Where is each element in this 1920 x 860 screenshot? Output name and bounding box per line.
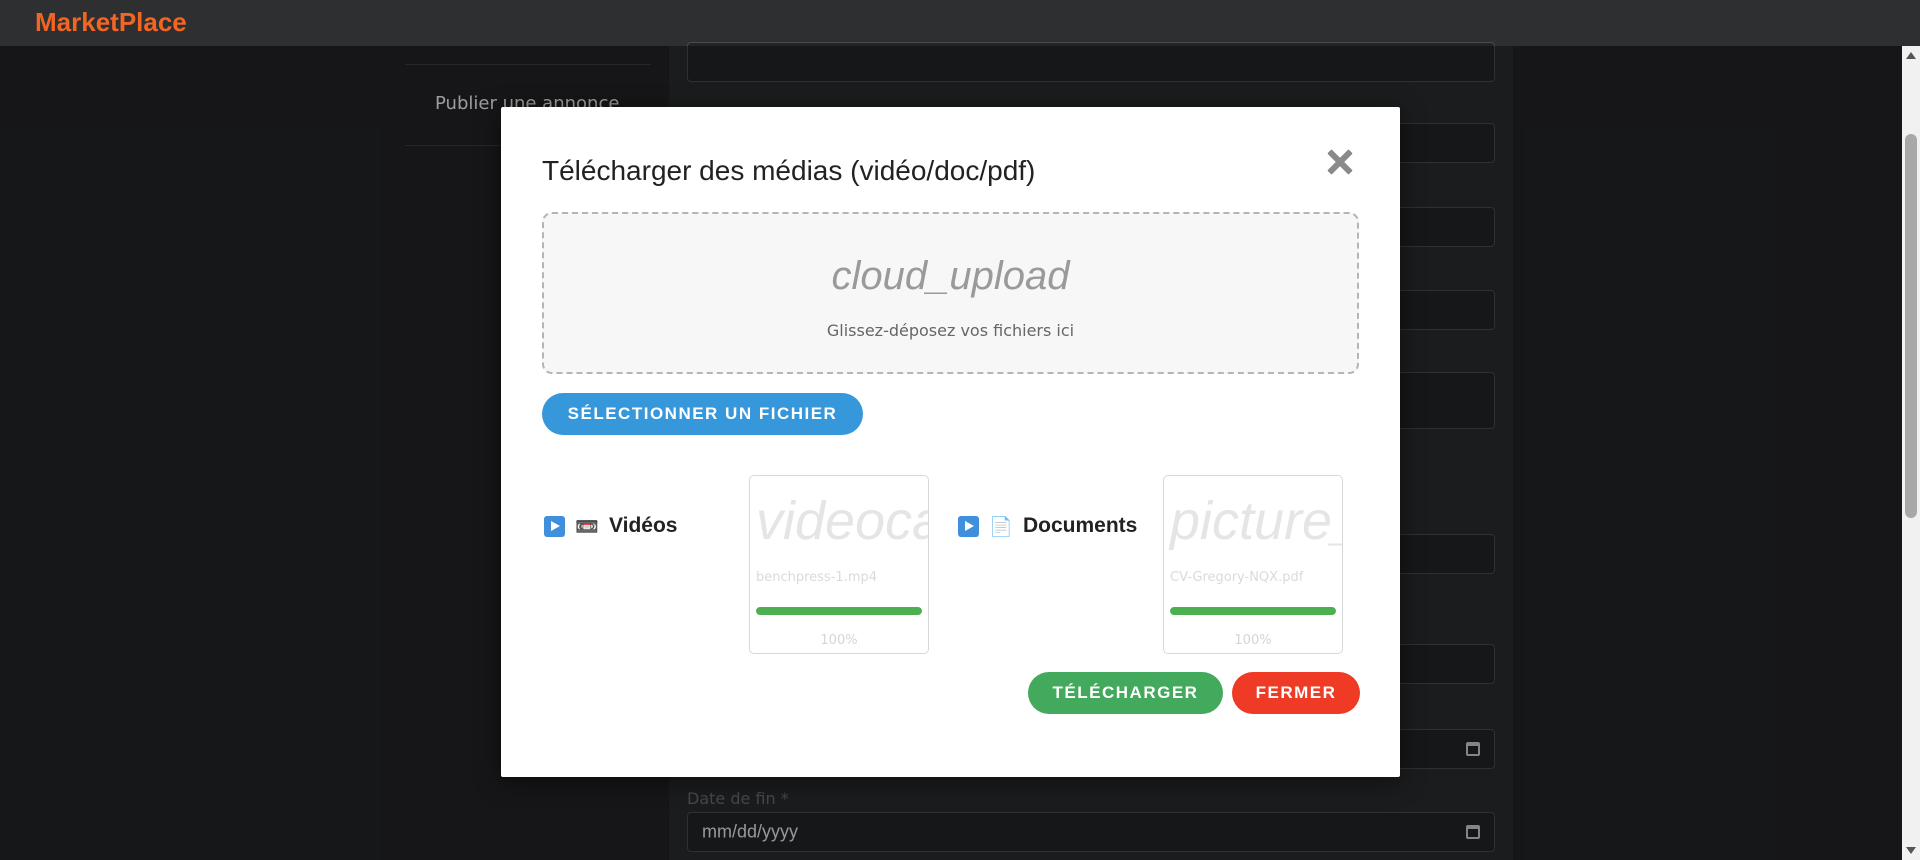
- videos-group-toggle[interactable]: 📼 Vidéos: [544, 514, 677, 538]
- videos-group-label: Vidéos: [609, 514, 678, 537]
- scroll-up-arrow-icon[interactable]: [1906, 52, 1916, 59]
- pdf-icon: picture_as_pdf: [1170, 491, 1342, 551]
- close-button[interactable]: FERMER: [1232, 672, 1360, 714]
- select-file-button[interactable]: SÉLECTIONNER UN FICHIER: [542, 393, 863, 435]
- file-card-document[interactable]: picture_as_pdf CV-Gregory-NQX.pdf 100%: [1163, 475, 1343, 654]
- videocam-icon: videocam: [756, 491, 928, 551]
- play-icon[interactable]: [958, 515, 979, 537]
- scroll-down-arrow-icon[interactable]: [1906, 847, 1916, 854]
- top-navbar: MarketPlace: [0, 0, 1920, 46]
- progress-fill: [756, 607, 922, 615]
- documents-group-toggle[interactable]: 📄 Documents: [958, 514, 1137, 538]
- modal-title: Télécharger des médias (vidéo/doc/pdf): [542, 155, 1036, 186]
- progress-text: 100%: [1234, 633, 1272, 648]
- file-dropzone[interactable]: cloud_upload Glissez-déposez vos fichier…: [542, 212, 1359, 374]
- progress-fill: [1170, 607, 1336, 615]
- dropzone-hint: Glissez-déposez vos fichiers ici: [826, 321, 1075, 340]
- cloud-upload-icon: cloud_upload: [831, 254, 1070, 298]
- progress-text: 100%: [820, 633, 858, 648]
- file-card-video[interactable]: videocam benchpress-1.mp4 100%: [749, 475, 929, 654]
- media-upload-modal: Télécharger des médias (vidéo/doc/pdf) c…: [501, 107, 1400, 777]
- play-icon[interactable]: [544, 515, 565, 537]
- document-icon: 📄: [989, 515, 1013, 538]
- file-name: benchpress-1.mp4: [756, 570, 878, 585]
- upload-progress-bar: [1170, 607, 1336, 615]
- page-scrollbar[interactable]: [1902, 46, 1920, 860]
- upload-button[interactable]: TÉLÉCHARGER: [1028, 672, 1223, 714]
- scrollbar-thumb[interactable]: [1905, 134, 1917, 518]
- brand-logo[interactable]: MarketPlace: [35, 7, 187, 38]
- file-name: CV-Gregory-NQX.pdf: [1170, 570, 1304, 585]
- upload-progress-bar: [756, 607, 922, 615]
- documents-group-label: Documents: [1023, 514, 1138, 537]
- close-icon[interactable]: [1323, 145, 1357, 179]
- videocassette-icon: 📼: [575, 515, 599, 538]
